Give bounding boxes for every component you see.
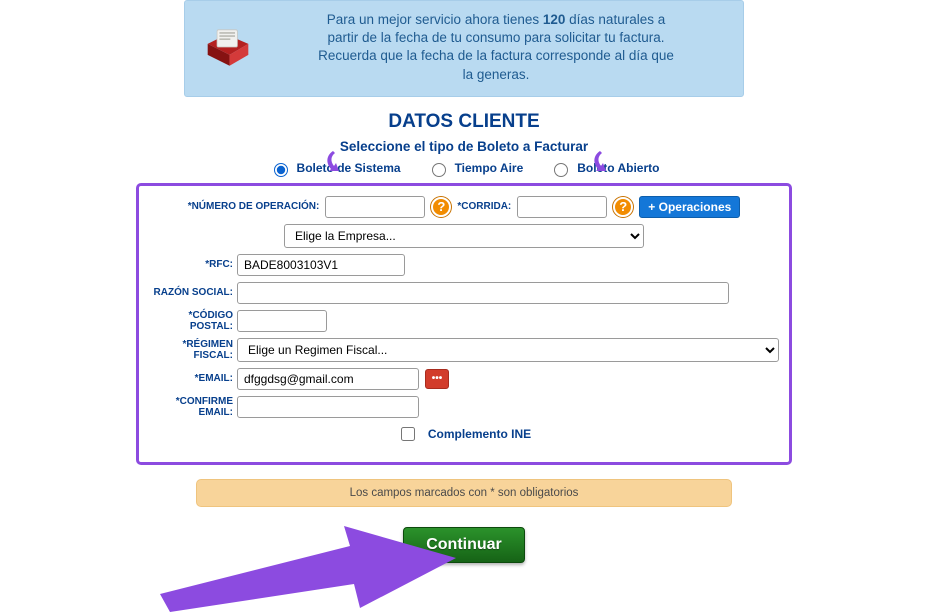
banner-text: Para un mejor servicio ahora tienes 120 …	[267, 11, 725, 84]
input-numero-operacion[interactable]	[325, 196, 425, 218]
help-icon[interactable]: ?	[613, 197, 633, 217]
radio-boleto-sistema[interactable]: Boleto de Sistema	[269, 160, 401, 177]
subtitle: Seleccione el tipo de Boleto a Facturar	[0, 139, 928, 154]
radio-input-abierto[interactable]	[554, 163, 568, 177]
ticket-type-radio-group: Boleto de Sistema Tiempo Aire Boleto Abi…	[0, 160, 928, 177]
input-corrida[interactable]	[517, 196, 607, 218]
radio-tiempo-aire[interactable]: Tiempo Aire	[427, 160, 524, 177]
radio-input-sistema[interactable]	[274, 163, 288, 177]
label-numero-operacion: *NÚMERO DE OPERACIÓN:	[188, 201, 320, 212]
label-codigo-postal: *CÓDIGO POSTAL:	[149, 310, 237, 332]
select-empresa[interactable]: Elige la Empresa...	[284, 224, 644, 248]
help-icon[interactable]: ?	[431, 197, 451, 217]
label-regimen-fiscal: *RÉGIMEN FISCAL:	[149, 339, 237, 361]
info-banner: Para un mejor servicio ahora tienes 120 …	[184, 0, 744, 97]
input-codigo-postal[interactable]	[237, 310, 327, 332]
page-title: DATOS CLIENTE	[0, 111, 928, 133]
form-panel: *NÚMERO DE OPERACIÓN: ? *CORRIDA: ? + Op…	[136, 183, 792, 465]
input-rfc[interactable]	[237, 254, 405, 276]
label-corrida: *CORRIDA:	[457, 201, 511, 212]
radio-boleto-abierto[interactable]: Boleto Abierto	[549, 160, 659, 177]
input-razon-social[interactable]	[237, 282, 729, 304]
button-operaciones[interactable]: + Operaciones	[639, 196, 740, 218]
checkbox-complemento-ine[interactable]	[401, 427, 415, 441]
required-fields-note: Los campos marcados con * son obligatori…	[196, 479, 732, 507]
label-email: *EMAIL:	[149, 373, 237, 384]
button-continuar[interactable]: Continuar	[403, 527, 525, 563]
browser-extension-icon[interactable]: •••	[425, 369, 449, 389]
radio-input-tiempo-aire[interactable]	[432, 163, 446, 177]
label-razon-social: RAZÓN SOCIAL:	[149, 287, 237, 298]
input-confirm-email[interactable]	[237, 396, 419, 418]
folder-newspaper-icon	[203, 22, 253, 72]
label-rfc: *RFC:	[149, 259, 237, 270]
select-regimen-fiscal[interactable]: Elige un Regimen Fiscal...	[237, 338, 779, 362]
label-complemento-ine: Complemento INE	[428, 427, 531, 441]
label-confirm-email: *CONFIRME EMAIL:	[149, 396, 237, 418]
input-email[interactable]	[237, 368, 419, 390]
